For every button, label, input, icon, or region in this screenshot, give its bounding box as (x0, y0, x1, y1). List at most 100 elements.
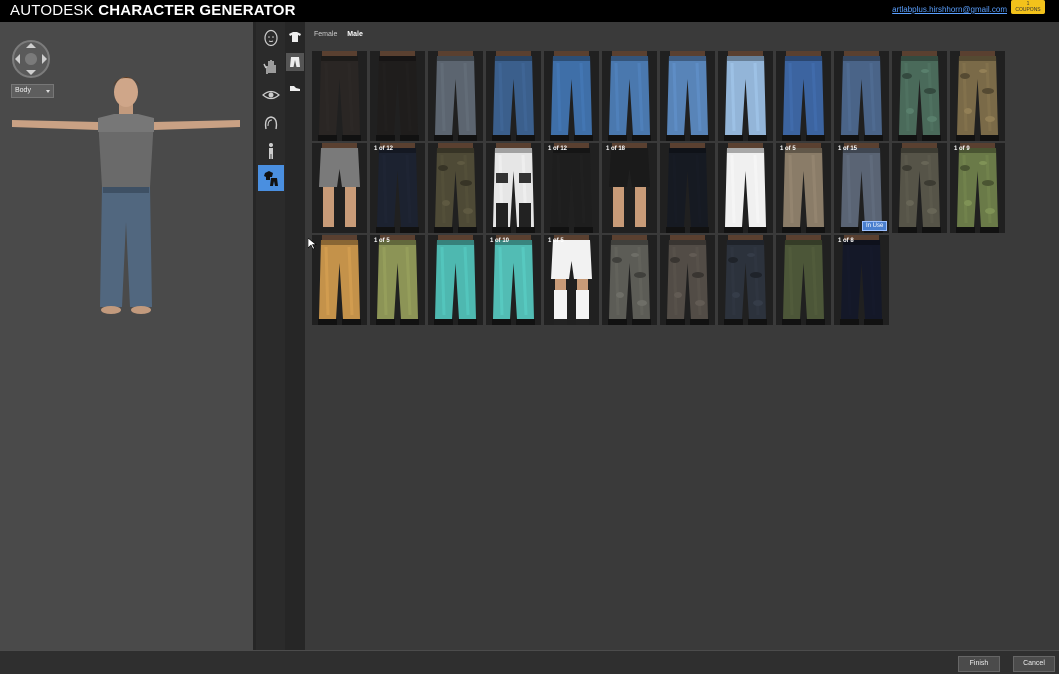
clothing-item-thumbnail (724, 235, 767, 325)
clothing-item-thumbnail (318, 51, 361, 141)
clothing-item[interactable]: 1 of 5 (776, 143, 831, 233)
clothing-item[interactable]: 1 of 10 (486, 235, 541, 325)
clothing-item[interactable] (660, 235, 715, 325)
clothing-item[interactable] (312, 143, 367, 233)
clothing-item[interactable] (428, 235, 483, 325)
category-hair-button[interactable] (258, 110, 284, 136)
clothing-item-thumbnail (840, 51, 883, 141)
pan-left-icon[interactable] (15, 54, 20, 64)
clothing-item[interactable] (660, 51, 715, 141)
variant-count-badge: 1 of 12 (548, 146, 568, 152)
clothing-item[interactable] (602, 235, 657, 325)
variant-count-badge: 1 of 12 (374, 146, 394, 152)
clothing-item-thumbnail (434, 235, 477, 325)
clothing-item-thumbnail (551, 235, 592, 325)
clothing-item-thumbnail (724, 143, 767, 233)
character-viewport[interactable]: Body (0, 22, 253, 650)
pan-down-icon[interactable] (26, 70, 36, 75)
pants-icon (290, 57, 300, 67)
clothing-item[interactable]: 1 of 18 (602, 143, 657, 233)
clothing-item-thumbnail (376, 143, 419, 233)
clothing-item-thumbnail (609, 143, 650, 227)
clothing-item[interactable] (544, 51, 599, 141)
clothing-item[interactable] (660, 143, 715, 233)
tab-female[interactable]: Female (314, 31, 337, 38)
variant-count-badge: 1 of 8 (838, 238, 854, 244)
clothing-item-thumbnail (782, 51, 825, 141)
clothing-item[interactable] (892, 51, 947, 141)
clothing-item[interactable]: 1 of 15 In Use (834, 143, 889, 233)
eye-icon (262, 90, 280, 100)
tab-male[interactable]: Male (347, 31, 363, 38)
variant-count-badge: 1 of 5 (780, 146, 796, 152)
camera-navigation-control[interactable] (12, 40, 50, 78)
clothing-item[interactable] (718, 235, 773, 325)
clothing-item-thumbnail (898, 143, 941, 233)
clothing-item[interactable] (776, 235, 831, 325)
clothing-item[interactable] (950, 51, 1005, 141)
clothing-item[interactable] (718, 51, 773, 141)
clothing-item[interactable] (486, 51, 541, 141)
clothing-item-thumbnail (666, 143, 709, 233)
category-hands-button[interactable] (258, 54, 284, 80)
body-icon (269, 143, 273, 159)
clothing-item[interactable]: 1 of 8 (834, 235, 889, 325)
clothing-item-thumbnail (318, 235, 361, 325)
subcategory-shoes-button[interactable] (286, 79, 304, 97)
shirt-icon (289, 32, 301, 42)
clothing-item[interactable] (776, 51, 831, 141)
clothing-item-thumbnail (492, 235, 535, 325)
category-head-button[interactable] (258, 25, 284, 51)
clothing-item[interactable]: 1 of 12 (544, 143, 599, 233)
category-clothing-button[interactable] (258, 165, 284, 191)
pan-up-icon[interactable] (26, 43, 36, 48)
clothing-item-thumbnail (666, 235, 709, 325)
shoes-icon (290, 86, 300, 91)
hair-icon (264, 116, 278, 130)
subcategory-tops-button[interactable] (286, 28, 304, 46)
reset-view-icon[interactable] (25, 53, 37, 65)
clothing-item-thumbnail (840, 235, 883, 325)
clothing-item-thumbnail (608, 235, 651, 325)
clothing-item[interactable] (602, 51, 657, 141)
category-eyes-button[interactable] (258, 82, 284, 108)
clothing-item-thumbnail (898, 51, 941, 141)
category-toolbar (256, 22, 285, 650)
clothing-item[interactable]: 1 of 9 (950, 143, 1005, 233)
clothing-item[interactable] (892, 143, 947, 233)
clothing-item[interactable] (834, 51, 889, 141)
clothing-item[interactable]: 1 of 5 (370, 235, 425, 325)
subcategory-pants-button[interactable] (286, 53, 304, 71)
head-icon (264, 29, 278, 47)
pan-right-icon[interactable] (42, 54, 47, 64)
clothing-item-thumbnail (434, 51, 477, 141)
clothing-item-thumbnail (782, 143, 825, 233)
clothing-item[interactable] (428, 51, 483, 141)
clothing-item[interactable]: 1 of 5 (544, 235, 599, 325)
item-browser: Female Male 1 of 12 1 of 12 1 of 18 1 of 51… (305, 22, 1059, 650)
view-select[interactable]: Body (11, 84, 54, 98)
clothing-item-thumbnail (782, 235, 825, 325)
clothing-item[interactable] (370, 51, 425, 141)
variant-count-badge: 1 of 15 (838, 146, 858, 152)
app-title: AUTODESK CHARACTER GENERATOR (10, 2, 296, 19)
clothing-item[interactable] (428, 143, 483, 233)
clothing-item-thumbnail (434, 143, 477, 233)
category-body-button[interactable] (258, 138, 284, 164)
clothing-item[interactable] (312, 51, 367, 141)
in-use-badge: In Use (862, 221, 888, 231)
coupons-badge[interactable]: 1 COUPONS (1011, 0, 1045, 14)
clothing-item[interactable]: 1 of 12 (370, 143, 425, 233)
clothing-item[interactable] (312, 235, 367, 325)
clothing-item-thumbnail (956, 143, 999, 233)
brand-name: AUTODESK (10, 2, 94, 19)
subcategory-toolbar (285, 22, 305, 650)
clothing-item[interactable] (718, 143, 773, 233)
mouse-cursor-icon (308, 238, 317, 250)
finish-button[interactable]: Finish (958, 656, 1000, 672)
cancel-button[interactable]: Cancel (1013, 656, 1055, 672)
variant-count-badge: 1 of 5 (374, 238, 390, 244)
user-email-link[interactable]: artlabplus.hirshhorn@gmail.com (892, 5, 1007, 14)
clothing-item-thumbnail (319, 143, 360, 227)
clothing-item[interactable] (486, 143, 541, 233)
